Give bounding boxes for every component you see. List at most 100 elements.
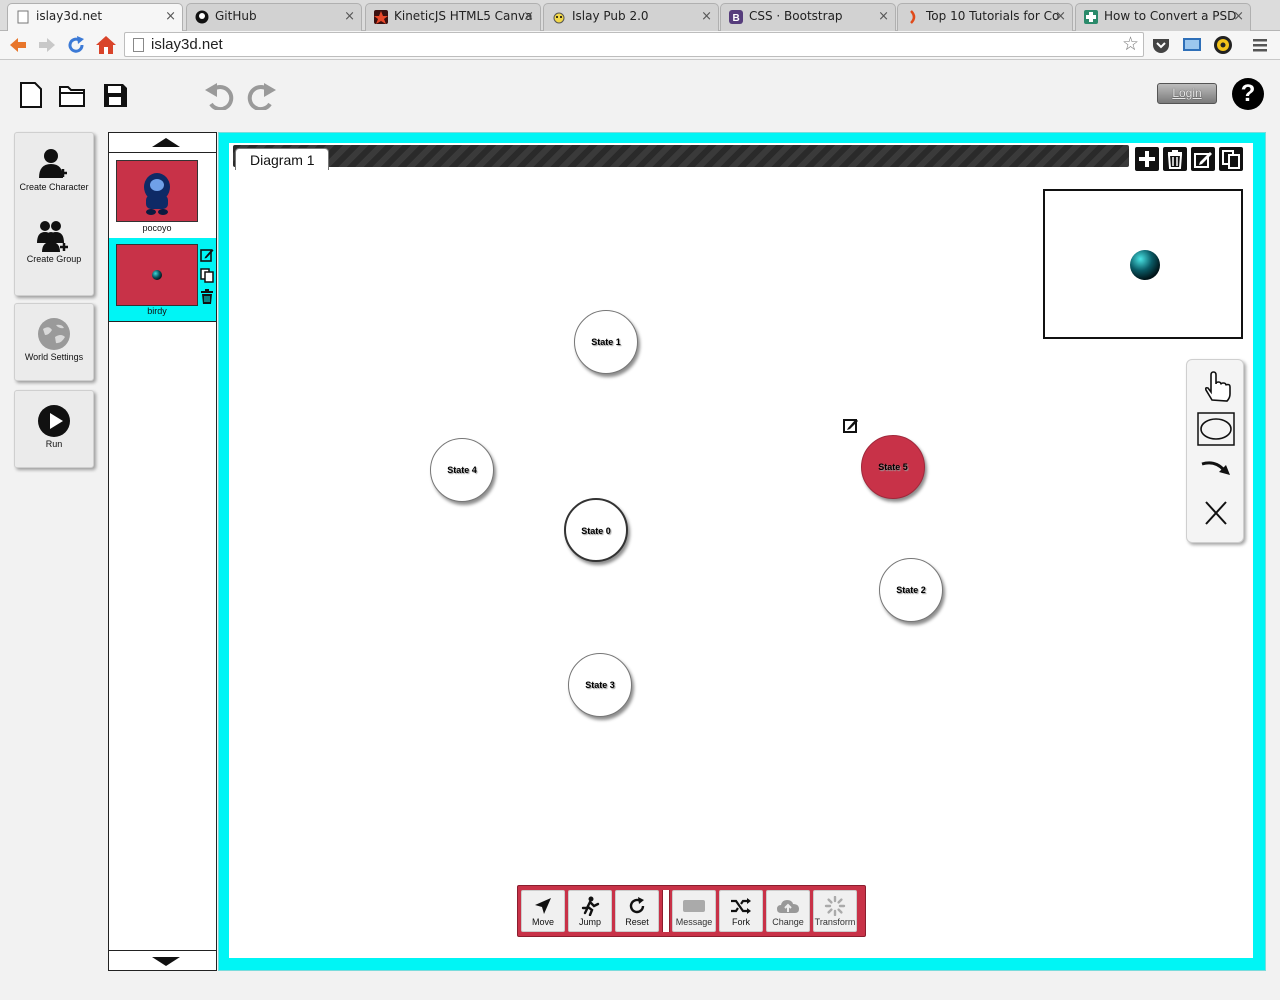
browser-tab-islay3d[interactable]: islay3d.net ×	[7, 3, 183, 32]
close-icon[interactable]: ×	[1233, 4, 1244, 29]
edit-state-icon[interactable]	[843, 417, 859, 433]
spinner-icon	[824, 896, 846, 916]
close-icon[interactable]: ×	[878, 4, 889, 29]
state-node-4[interactable]: State 4	[430, 438, 494, 502]
action-label: Message	[675, 917, 713, 927]
change-action-button[interactable]: Change	[766, 890, 810, 932]
menu-icon[interactable]	[1250, 35, 1270, 55]
jumping-figure-icon	[581, 896, 600, 916]
add-diagram-icon[interactable]	[1135, 147, 1159, 171]
forward-arrow-icon[interactable]	[36, 34, 58, 56]
new-file-icon[interactable]	[17, 80, 45, 110]
create-character-label: Create Character	[19, 182, 89, 192]
state-node-0[interactable]: State 0	[564, 498, 628, 562]
sprite-card-birdy[interactable]: birdy	[109, 238, 216, 321]
navigation-arrow-icon	[535, 898, 551, 914]
browser-tab-github[interactable]: GitHub ×	[186, 3, 362, 31]
edit-icon[interactable]	[200, 247, 214, 262]
separator	[662, 890, 670, 932]
copy-icon[interactable]	[200, 268, 214, 283]
browser-tab-psd[interactable]: How to Convert a PSD ×	[1075, 3, 1251, 31]
world-settings-button[interactable]: World Settings	[15, 317, 93, 362]
fork-action-button[interactable]: Fork	[719, 890, 763, 932]
tab-diagram-1[interactable]: Diagram 1	[235, 148, 329, 170]
transform-action-button[interactable]: Transform	[813, 890, 857, 932]
add-user-icon	[39, 149, 67, 178]
browser-tab-title: Islay Pub 2.0	[572, 9, 649, 23]
action-label: Reset	[625, 917, 649, 927]
reload-icon[interactable]	[65, 34, 87, 56]
close-icon[interactable]: ×	[523, 4, 534, 29]
globe-icon	[38, 318, 70, 350]
close-icon[interactable]: ×	[1055, 4, 1066, 29]
hand-pointer-icon[interactable]	[1197, 370, 1235, 404]
state-node-2[interactable]: State 2	[879, 558, 943, 622]
reset-action-button[interactable]: Reset	[615, 890, 659, 932]
copy-diagram-icon[interactable]	[1219, 147, 1243, 171]
kinetic-icon	[374, 10, 388, 24]
ellipse-icon[interactable]	[1197, 412, 1235, 446]
svg-text:B: B	[733, 13, 740, 24]
scroll-down-button[interactable]	[109, 950, 216, 970]
delete-diagram-icon[interactable]	[1163, 147, 1187, 171]
state-node-1[interactable]: State 1	[574, 310, 638, 374]
islay-icon	[553, 12, 565, 24]
close-x-icon[interactable]	[1197, 496, 1235, 530]
screen-capture-icon[interactable]	[1182, 35, 1202, 55]
action-label: Move	[531, 917, 554, 927]
trash-icon[interactable]	[200, 289, 214, 304]
divider	[109, 321, 216, 322]
sprite-thumbnail[interactable]	[116, 160, 198, 222]
extension-icon[interactable]	[1213, 35, 1233, 55]
close-icon[interactable]: ×	[344, 4, 355, 29]
state-node-3[interactable]: State 3	[568, 653, 632, 717]
create-group-button[interactable]: Create Group	[15, 219, 93, 264]
sprite-thumbnail[interactable]	[116, 244, 198, 306]
refresh-icon	[629, 897, 645, 914]
browser-tab-bootstrap[interactable]: B CSS · Bootstrap ×	[720, 3, 896, 31]
message-action-button[interactable]: Message	[672, 890, 716, 932]
close-icon[interactable]: ×	[701, 4, 712, 29]
sphere-icon	[1130, 250, 1160, 280]
world-panel: World Settings	[14, 303, 94, 381]
save-icon[interactable]	[101, 80, 129, 110]
caret-up-icon	[152, 138, 180, 147]
browser-tab-tutorials[interactable]: Top 10 Tutorials for Co ×	[897, 3, 1073, 31]
scroll-up-button[interactable]	[109, 133, 216, 153]
pocket-icon[interactable]	[1151, 35, 1171, 55]
state-node-5[interactable]: State 5	[861, 435, 925, 499]
close-icon[interactable]: ×	[165, 4, 176, 29]
open-folder-icon[interactable]	[58, 80, 86, 110]
cloud-upload-icon	[777, 900, 799, 913]
github-icon	[195, 10, 209, 24]
bookmark-star-icon[interactable]: ☆	[1122, 33, 1139, 55]
sprite-name: birdy	[147, 306, 167, 316]
help-button[interactable]: ?	[1232, 78, 1264, 110]
browser-tab-kinetic[interactable]: KineticJS HTML5 Canva ×	[365, 3, 541, 31]
run-panel: Run	[14, 390, 94, 468]
world-settings-label: World Settings	[24, 352, 84, 362]
run-button[interactable]: Run	[15, 404, 93, 449]
jump-action-button[interactable]: Jump	[568, 890, 612, 932]
character-panel: Create Character Create Group	[14, 132, 94, 296]
sprite-name: pocoyo	[142, 223, 172, 233]
create-character-button[interactable]: Create Character	[15, 147, 93, 192]
shuffle-icon	[731, 898, 751, 914]
rename-diagram-icon[interactable]	[1191, 147, 1215, 171]
sprite-card-pocoyo[interactable]: pocoyo	[109, 154, 216, 236]
home-icon[interactable]	[95, 34, 117, 56]
redo-icon[interactable]	[244, 80, 278, 110]
undo-icon[interactable]	[203, 80, 237, 110]
message-icon	[683, 900, 705, 912]
login-button[interactable]: Login	[1157, 83, 1217, 104]
action-label: Change	[772, 917, 804, 927]
browser-tab-islay-pub[interactable]: Islay Pub 2.0 ×	[543, 3, 719, 31]
back-arrow-icon[interactable]	[7, 34, 29, 56]
address-bar[interactable]: ☆	[124, 32, 1144, 57]
url-input[interactable]	[151, 35, 1111, 54]
play-icon	[38, 405, 70, 437]
state-diagram-canvas[interactable]: Diagram 1 State 1 State 4 State 0 State …	[229, 143, 1253, 958]
page-icon	[133, 38, 144, 52]
move-action-button[interactable]: Move	[521, 890, 565, 932]
transition-arrow-icon[interactable]	[1197, 454, 1235, 488]
